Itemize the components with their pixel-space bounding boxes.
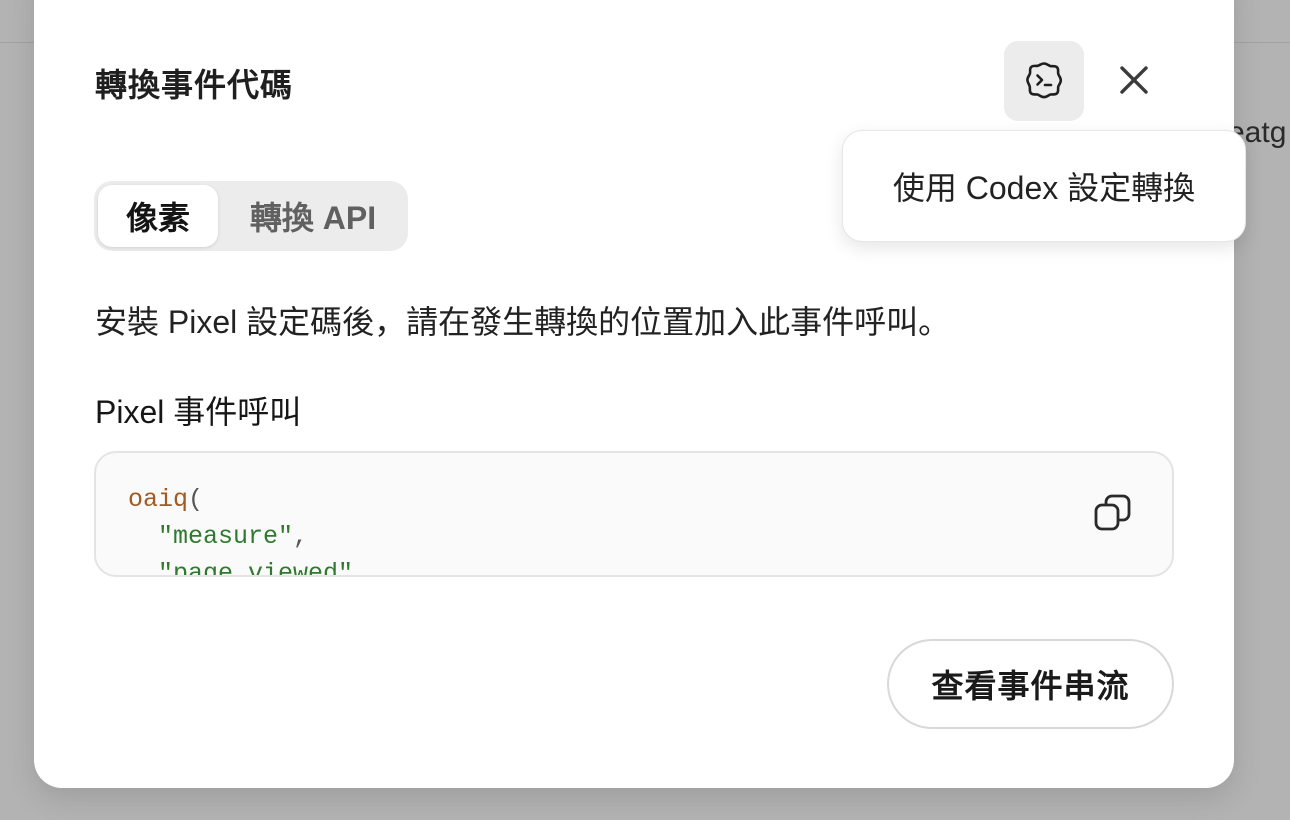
copy-icon — [1093, 493, 1133, 536]
code-string-measure: "measure" — [158, 522, 294, 551]
code-block: oaiq( "measure", "page_viewed" — [94, 451, 1174, 577]
codex-tooltip: 使用 Codex 設定轉換 — [842, 130, 1246, 242]
copy-button[interactable] — [1090, 491, 1136, 537]
code-open-paren: ( — [188, 485, 204, 514]
tab-conversion-api[interactable]: 轉換 API — [222, 185, 404, 247]
codex-button[interactable] — [1004, 41, 1084, 121]
code-snippet: oaiq( "measure", "page_viewed" — [128, 481, 354, 577]
code-comma: , — [293, 522, 309, 551]
conversion-event-code-dialog: 轉換事件代碼 像素 轉換 API 安裝 Pixel 設定碼後，請在發生轉換的位置… — [34, 0, 1234, 788]
code-function-name: oaiq — [128, 485, 189, 514]
codex-icon — [1024, 60, 1064, 103]
close-button[interactable] — [1109, 56, 1159, 106]
tab-pixel[interactable]: 像素 — [98, 185, 218, 247]
dialog-title: 轉換事件代碼 — [95, 67, 294, 103]
view-event-stream-button[interactable]: 查看事件串流 — [887, 639, 1174, 729]
pixel-api-tabs: 像素 轉換 API — [94, 181, 408, 251]
instructions-text: 安裝 Pixel 設定碼後，請在發生轉換的位置加入此事件呼叫。 — [95, 304, 951, 340]
code-string-event: "page_viewed" — [158, 559, 354, 577]
close-icon — [1118, 64, 1150, 99]
pixel-event-call-label: Pixel 事件呼叫 — [95, 394, 302, 430]
